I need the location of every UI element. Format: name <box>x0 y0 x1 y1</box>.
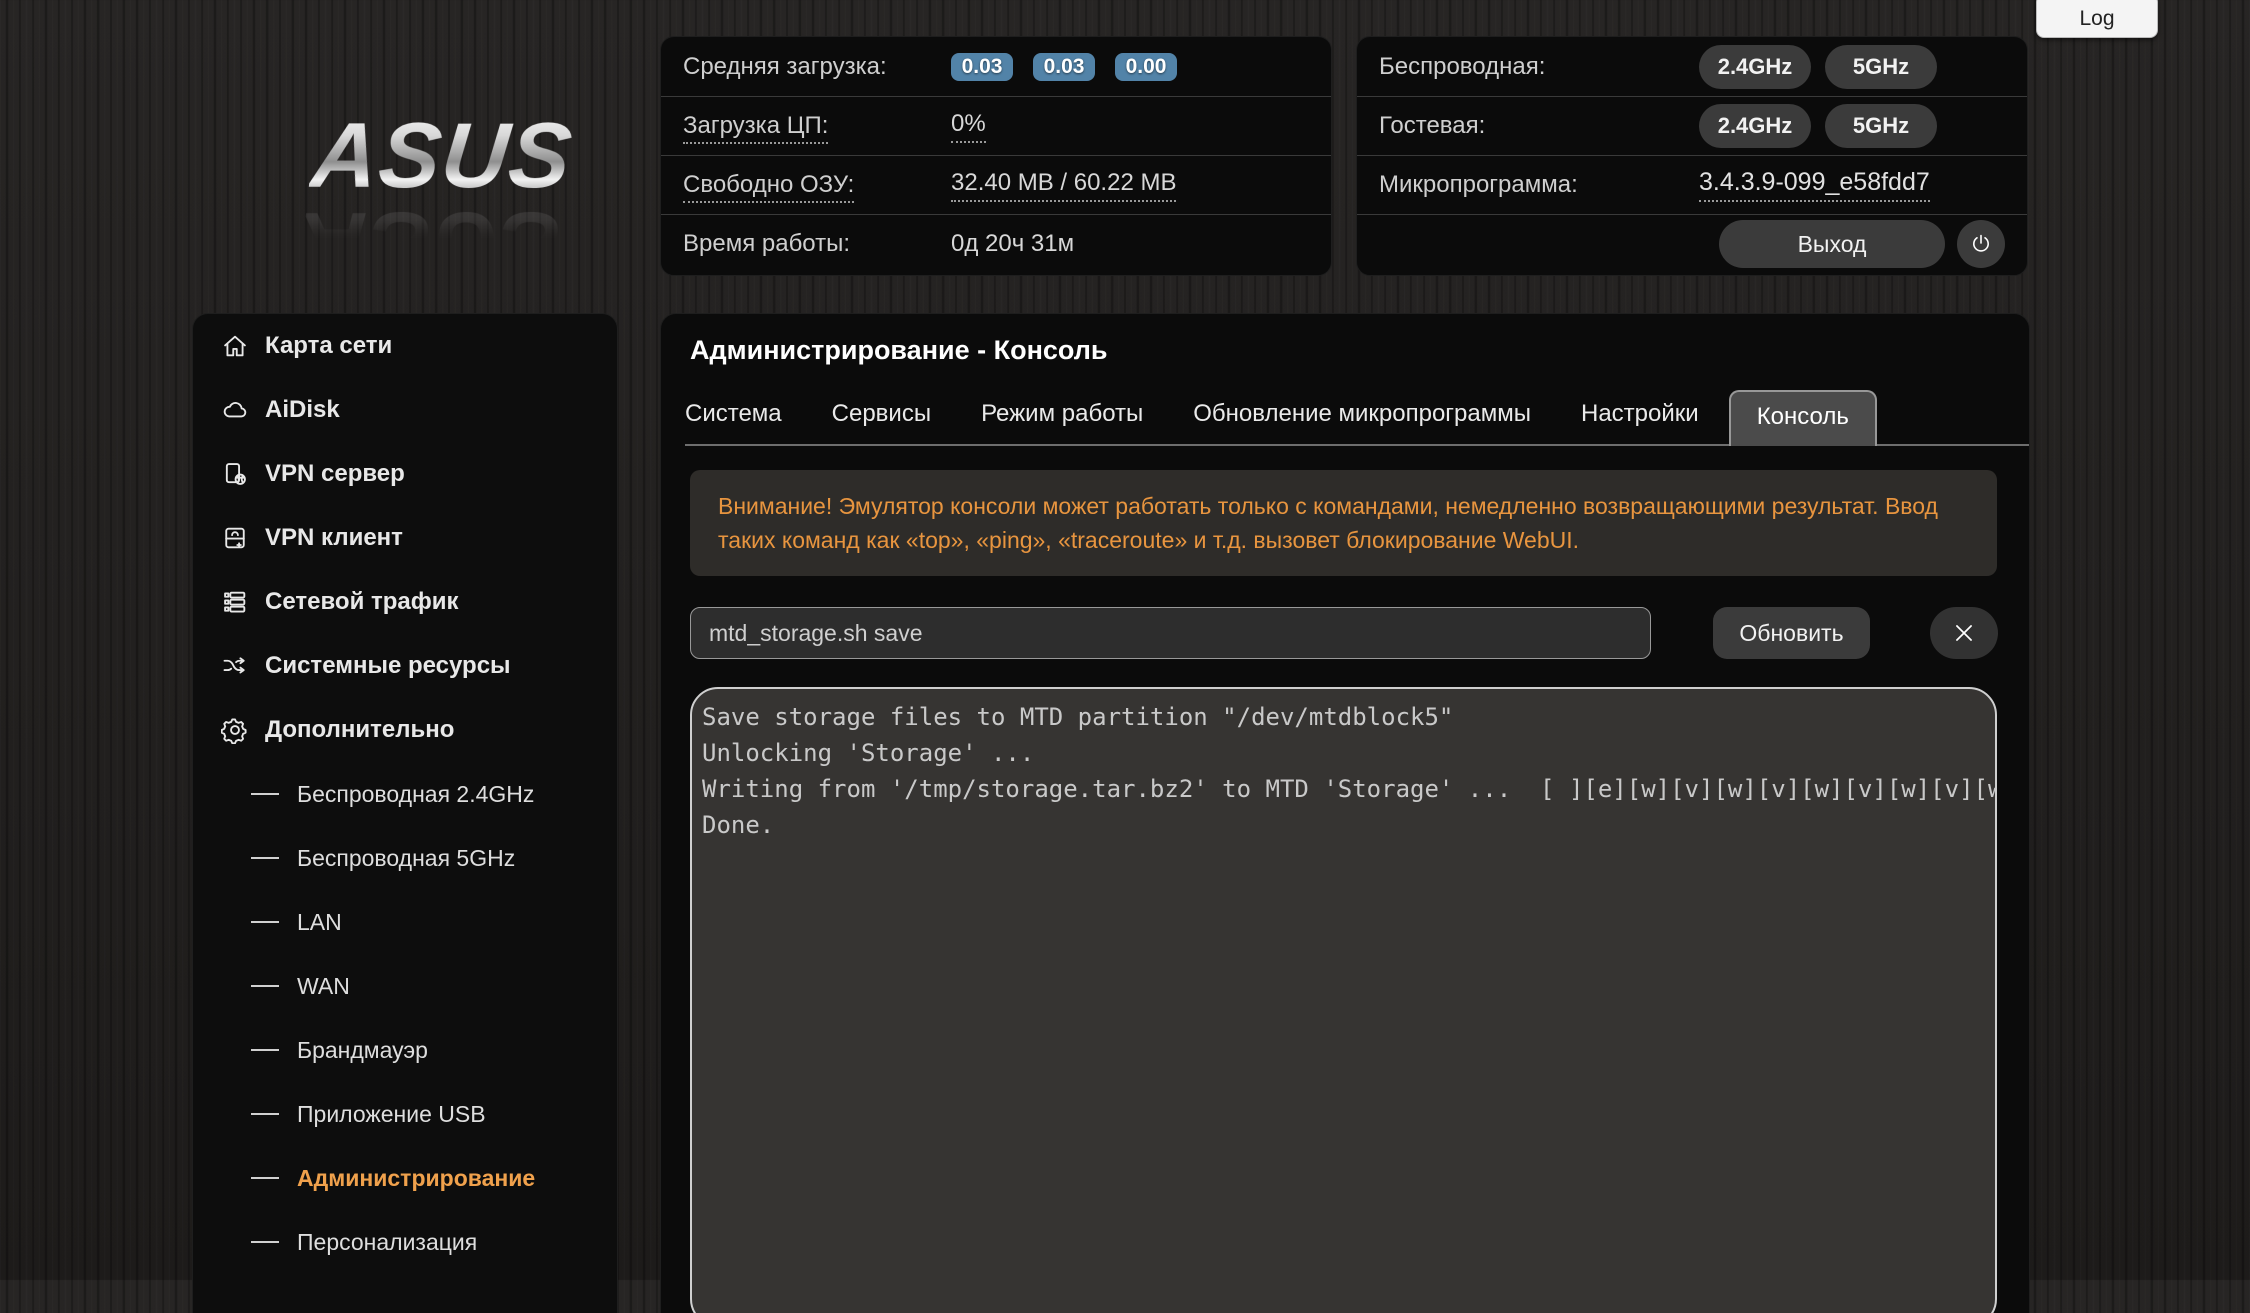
uptime-value: 0д 20ч 31м <box>951 230 1075 257</box>
vpn-client-icon <box>225 527 245 549</box>
command-row: Обновить <box>690 607 2029 659</box>
console-output[interactable]: Save storage files to MTD partition "/de… <box>690 687 1997 1313</box>
console-warning-text: Внимание! Эмулятор консоли может работат… <box>690 470 1997 576</box>
load-average-badge-2: 0.03 <box>1033 52 1095 81</box>
wireless-5ghz-button[interactable]: 5GHz <box>1825 44 1937 89</box>
reboot-button[interactable] <box>1957 220 2005 268</box>
wireless-row: Беспроводная: 2.4GHz 5GHz <box>1357 37 2027 96</box>
cpu-usage-row: Загрузка ЦП: 0% <box>661 96 1331 155</box>
status-panel: Средняя загрузка: 0.03 0.03 0.00 Загрузк… <box>660 36 1332 276</box>
sidebar-subitem-firewall[interactable]: Брандмауэр <box>193 1018 617 1082</box>
wireless-2-4ghz-button[interactable]: 2.4GHz <box>1699 44 1811 89</box>
home-icon <box>224 335 246 357</box>
cpu-usage-label[interactable]: Загрузка ЦП: <box>683 112 951 144</box>
cloud-icon <box>223 402 247 418</box>
logout-button[interactable]: Выход <box>1719 220 1945 268</box>
firmware-label: Микропрограмма: <box>1379 171 1578 198</box>
tab-console[interactable]: Консоль <box>1728 390 1877 446</box>
logout-row: Выход <box>1357 214 2027 273</box>
tab-settings[interactable]: Настройки <box>1581 390 1699 444</box>
free-ram-row: Свободно ОЗУ: 32.40 MB / 60.22 MB <box>661 155 1331 214</box>
uptime-row: Время работы: 0д 20ч 31м <box>661 214 1331 273</box>
sidebar-subitem-wan[interactable]: WAN <box>193 954 617 1018</box>
wireless-label: Беспроводная: <box>1379 52 1546 80</box>
dash-icon <box>251 1049 279 1051</box>
console-line: Writing from '/tmp/storage.tar.bz2' to M… <box>702 775 1997 803</box>
sidebar-subitem-personalization[interactable]: Персонализация <box>193 1210 617 1274</box>
dash-icon <box>251 793 279 795</box>
free-ram-label[interactable]: Свободно ОЗУ: <box>683 171 951 203</box>
tab-services[interactable]: Сервисы <box>832 390 931 444</box>
console-line: Save storage files to MTD partition "/de… <box>702 703 1454 731</box>
firmware-row: Микропрограмма: 3.4.3.9-099_e58fdd7 <box>1357 155 2027 214</box>
sidebar-subitem-wireless-5ghz[interactable]: Беспроводная 5GHz <box>193 826 617 890</box>
sidebar-subitem-lan[interactable]: LAN <box>193 890 617 954</box>
load-average-badges: 0.03 0.03 0.00 <box>951 52 1177 81</box>
guest-2-4ghz-button[interactable]: 2.4GHz <box>1699 104 1811 148</box>
main-panel: Администрирование - Консоль Система Серв… <box>660 313 2030 1313</box>
sidebar-item-vpn-server[interactable]: VPN сервер <box>193 442 617 506</box>
sidebar-subitem-usb-application[interactable]: Приложение USB <box>193 1082 617 1146</box>
dash-icon <box>251 921 279 923</box>
asus-logo-text: ASUS <box>306 104 578 207</box>
sidebar-item-network-traffic[interactable]: Сетевой трафик <box>193 570 617 634</box>
tab-firmware-upgrade[interactable]: Обновление микропрограммы <box>1193 390 1531 444</box>
firmware-version-link[interactable]: 3.4.3.9-099_e58fdd7 <box>1699 168 1930 202</box>
dash-icon <box>251 985 279 987</box>
shuffle-icon <box>223 657 245 674</box>
vpn-server-icon <box>225 463 246 485</box>
gear-icon <box>221 718 247 744</box>
sidebar-nav: Карта сети AiDisk VPN сервер VPN клиент … <box>192 313 618 1313</box>
load-average-row: Средняя загрузка: 0.03 0.03 0.00 <box>661 37 1331 96</box>
network-traffic-icon <box>224 591 246 613</box>
tab-operation-mode[interactable]: Режим работы <box>981 390 1143 444</box>
sidebar-item-network-map[interactable]: Карта сети <box>193 314 617 378</box>
load-average-badge-1: 0.03 <box>951 52 1013 81</box>
uptime-label: Время работы: <box>683 230 851 257</box>
guest-5ghz-button[interactable]: 5GHz <box>1825 104 1937 148</box>
free-ram-value[interactable]: 32.40 MB / 60.22 MB <box>951 169 1177 202</box>
dash-icon <box>251 1241 279 1243</box>
console-line: Unlocking 'Storage' ... <box>702 739 1035 767</box>
dash-icon <box>251 857 279 859</box>
cpu-usage-value[interactable]: 0% <box>951 110 986 143</box>
command-input[interactable] <box>690 607 1651 659</box>
page-title: Администрирование - Консоль <box>690 335 1108 365</box>
log-button[interactable]: Log <box>2036 0 2158 38</box>
console-line: Done. <box>702 811 775 839</box>
wireless-panel: Беспроводная: 2.4GHz 5GHz Гостевая: 2.4G… <box>1356 36 2028 276</box>
power-icon <box>1973 234 1989 252</box>
close-icon <box>1956 625 1972 641</box>
guest-network-label: Гостевая: <box>1379 112 1486 139</box>
dash-icon <box>251 1113 279 1115</box>
dash-icon <box>251 1177 279 1179</box>
sidebar-item-vpn-client[interactable]: VPN клиент <box>193 506 617 570</box>
guest-network-row: Гостевая: 2.4GHz 5GHz <box>1357 96 2027 155</box>
tab-bar: Система Сервисы Режим работы Обновление … <box>685 390 2029 446</box>
sidebar-item-system-resources[interactable]: Системные ресурсы <box>193 634 617 698</box>
refresh-button[interactable]: Обновить <box>1713 607 1870 659</box>
close-button[interactable] <box>1930 607 1998 659</box>
tab-system[interactable]: Система <box>685 390 782 444</box>
load-average-label: Средняя загрузка: <box>683 52 887 80</box>
asus-logo: ASUS <box>252 96 632 216</box>
sidebar-subitem-administration[interactable]: Администрирование <box>193 1146 617 1210</box>
sidebar-item-advanced[interactable]: Дополнительно <box>193 698 617 762</box>
sidebar-item-aidisk[interactable]: AiDisk <box>193 378 617 442</box>
load-average-badge-3: 0.00 <box>1115 52 1177 81</box>
sidebar-subitem-wireless-2-4ghz[interactable]: Беспроводная 2.4GHz <box>193 762 617 826</box>
